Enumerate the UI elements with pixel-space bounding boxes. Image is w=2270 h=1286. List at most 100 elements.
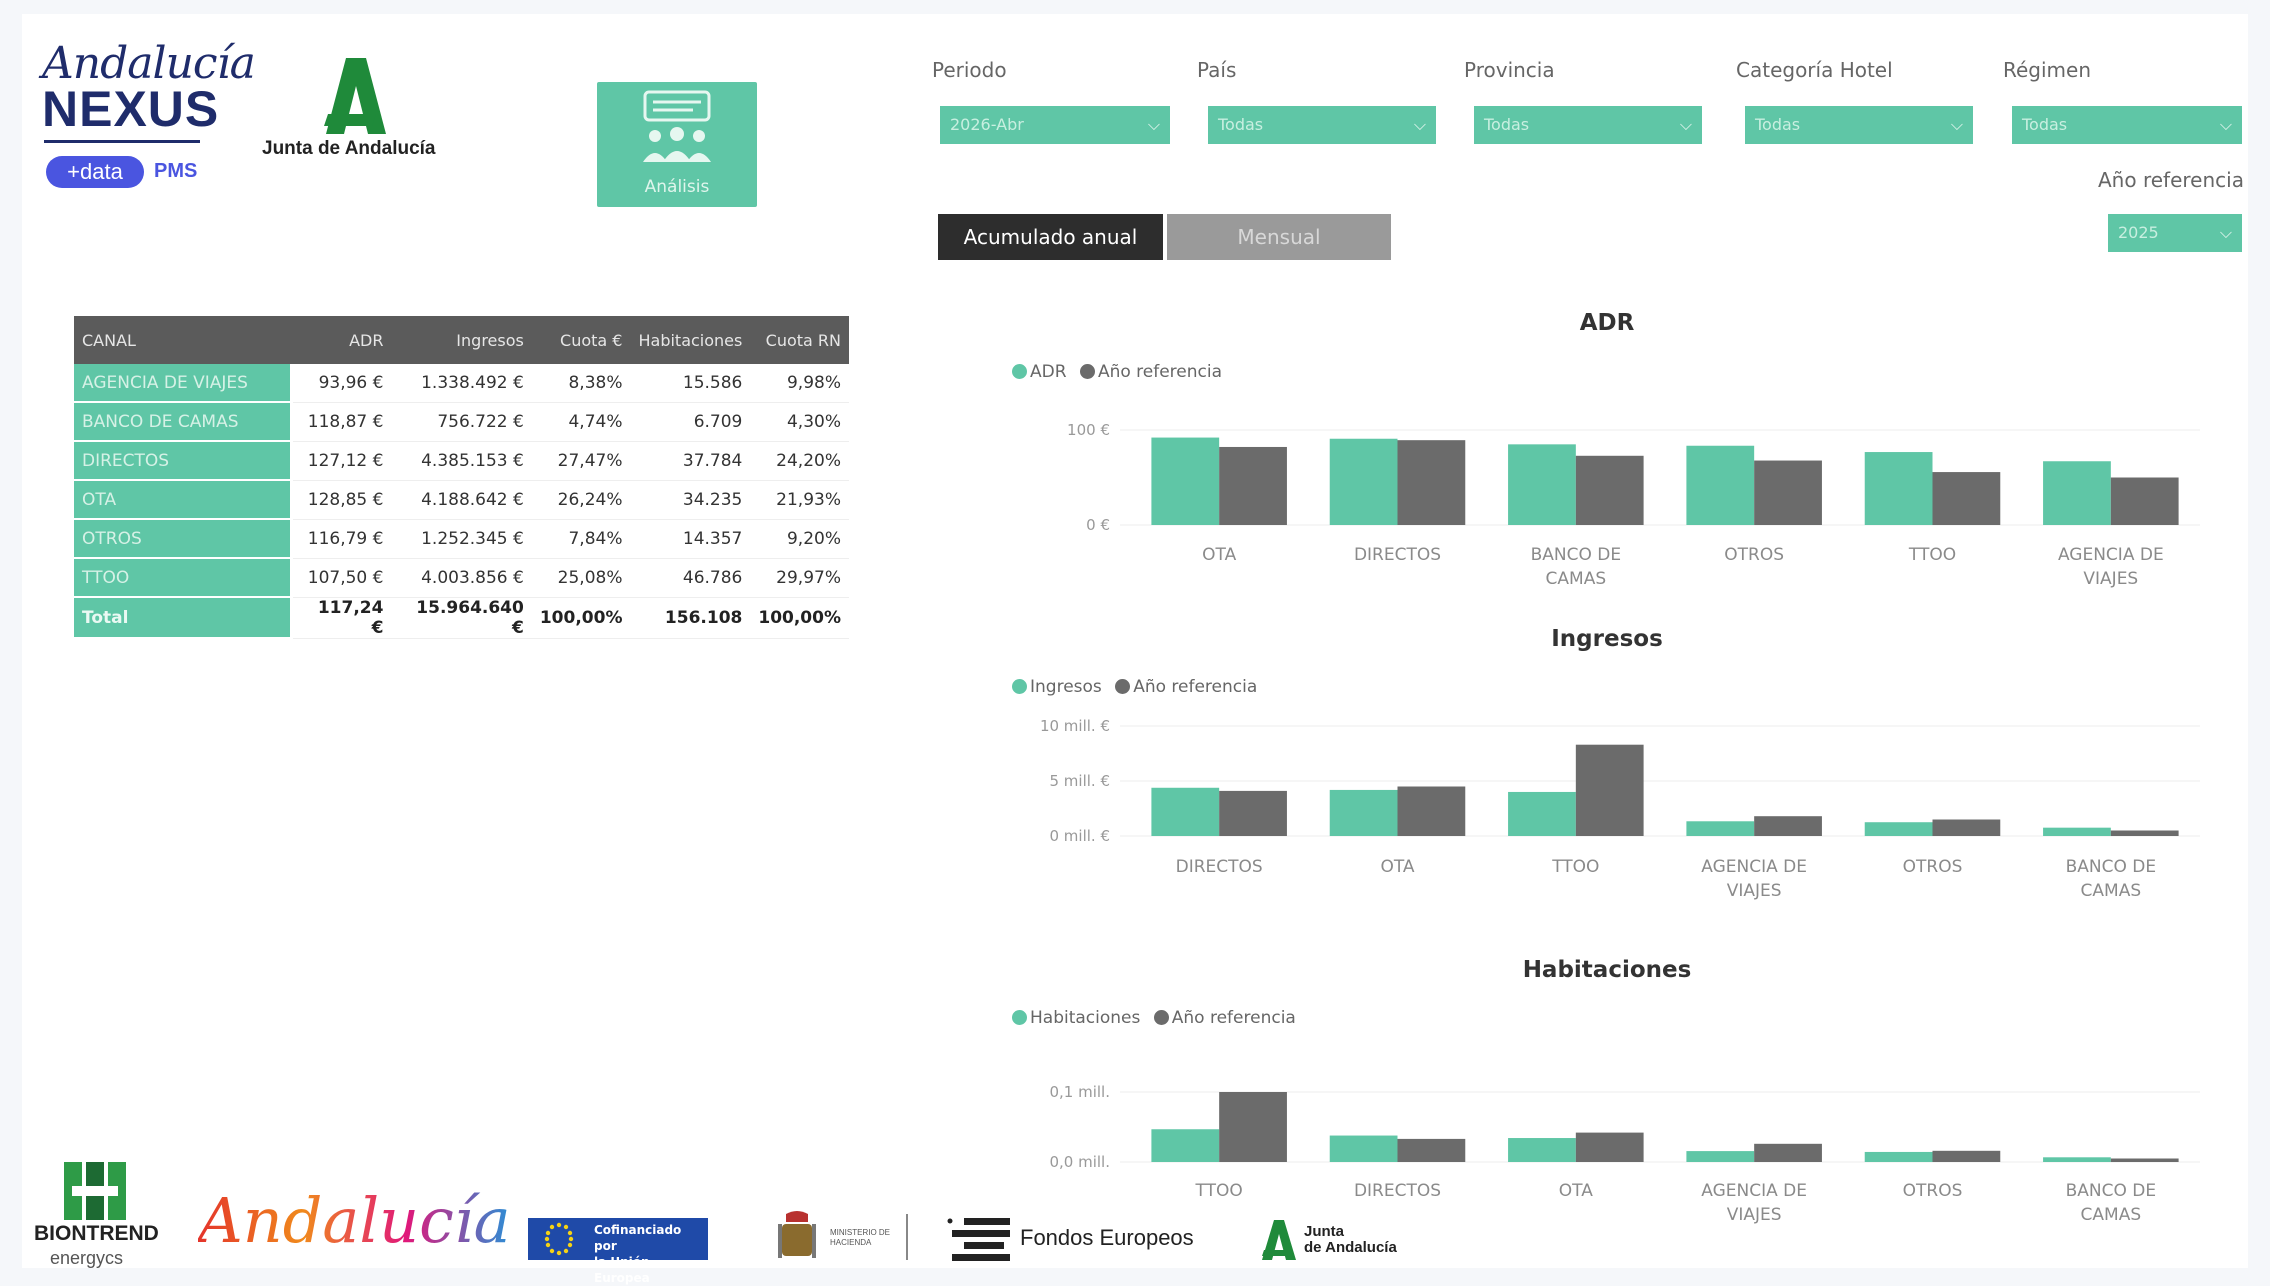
chart-habitaciones: 0,1 mill. 0,0 mill. TTOO DIRECTOS OTA AGENCIA… — [1049, 1083, 2200, 1225]
table-row[interactable]: OTROS 116,79 € 1.252.345 € 7,84% 14.357 … — [74, 519, 849, 559]
canal-cell[interactable]: TTOO — [74, 558, 293, 598]
x-category-label: DIRECTOS — [1354, 1181, 1441, 1201]
bar-ano-referencia-ota — [1575, 1132, 1644, 1162]
chart-adr-legend: ADR Año referencia — [1012, 362, 1222, 382]
total-cuota-rn-cell: 100,00% — [750, 597, 849, 639]
x-category-label: CAMAS — [1546, 569, 1607, 589]
col-adr-header[interactable]: ADR — [291, 316, 392, 364]
bar-adr-otros — [1686, 445, 1755, 525]
x-category-label: OTA — [1380, 857, 1414, 877]
table-row[interactable]: DIRECTOS 127,12 € 4.385.153 € 27,47% 37.… — [74, 441, 849, 481]
x-category-label: OTA — [1202, 545, 1236, 565]
filter-pais-dropdown[interactable]: Todas ⌵ — [1208, 106, 1436, 144]
x-category-label: TTOO — [1551, 857, 1599, 877]
filter-regimen-dropdown[interactable]: Todas ⌵ — [2012, 106, 2242, 144]
filter-periodo-dropdown[interactable]: 2026-Abr ⌵ — [940, 106, 1170, 144]
data-pill: +data — [46, 156, 144, 188]
legend-series-2: Año referencia — [1097, 362, 1223, 382]
eu-flag-icon — [528, 1218, 590, 1260]
bar-habitaciones-otros — [1864, 1151, 1933, 1162]
legend-dot-accent — [1012, 679, 1027, 694]
bar-ingresos-banco-de-camas — [2043, 827, 2111, 836]
canal-cell[interactable]: OTA — [74, 480, 293, 520]
eu-text-line-1: Cofinanciado por — [594, 1223, 682, 1253]
legend-series-2: Año referencia — [1171, 1008, 1296, 1028]
col-cuota-eur-header[interactable]: Cuota € — [531, 316, 631, 364]
cuota-eur-cell: 7,84% — [531, 519, 631, 559]
table-row[interactable]: TTOO 107,50 € 4.003.856 € 25,08% 46.786 … — [74, 558, 849, 598]
total-label-cell: Total — [74, 597, 293, 639]
bar-ano-referencia-agencia-de-viajes — [1754, 816, 1822, 836]
biontrend-name: BIONTREND — [34, 1222, 159, 1245]
x-category-label: VIAJES — [1727, 1205, 1782, 1225]
bar-ano-referencia-otros — [1754, 460, 1822, 525]
chart-habitaciones-title: Habitaciones — [1522, 957, 1692, 983]
bar-ano-referencia-directos — [1397, 440, 1466, 525]
chevron-down-icon: ⌵ — [2219, 223, 2232, 242]
bar-ano-referencia-agencia-de-viajes — [1754, 1143, 1822, 1162]
canal-cell[interactable]: OTROS — [74, 519, 293, 559]
chart-habitaciones-legend: Habitaciones Año referencia — [1012, 1008, 1296, 1028]
bar-ano-referencia-banco-de-camas — [2110, 830, 2179, 836]
bar-ano-referencia-agencia-de-viajes — [2110, 477, 2179, 525]
analisis-button-label: Análisis — [644, 177, 710, 197]
chart-adr-title: ADR — [1579, 310, 1635, 336]
ingresos-cell: 1.252.345 € — [391, 519, 532, 559]
bar-ano-referencia-ota — [1219, 446, 1287, 525]
y-tick-label: 10 mill. € — [1040, 717, 1110, 735]
x-category-label: CAMAS — [2081, 1205, 2142, 1225]
x-category-label: AGENCIA DE — [1701, 1181, 1807, 1201]
total-ingresos-cell: 15.964.640 € — [391, 597, 532, 639]
filter-periodo-value: 2026-Abr — [950, 115, 1024, 134]
ministerio-hacienda-text: MINISTERIO DE HACIENDA — [830, 1228, 891, 1247]
footer-divider — [906, 1214, 908, 1260]
adr-cell: 116,79 € — [291, 519, 392, 559]
col-habitaciones-header[interactable]: Habitaciones — [630, 316, 751, 364]
habitaciones-cell: 37.784 — [630, 441, 751, 481]
canal-cell[interactable]: DIRECTOS — [74, 441, 293, 481]
y-tick-label: 5 mill. € — [1049, 772, 1110, 790]
cuota-rn-cell: 21,93% — [750, 480, 849, 520]
habitaciones-cell: 14.357 — [630, 519, 751, 559]
filter-categoria-dropdown[interactable]: Todas ⌵ — [1745, 106, 1973, 144]
chart-ingresos: 10 mill. € 5 mill. € 0 mill. € DIRECTOS OTA T… — [1040, 717, 2200, 901]
cuota-eur-cell: 25,08% — [531, 558, 631, 598]
mensual-toggle[interactable]: Mensual — [1167, 214, 1391, 260]
table-row[interactable]: OTA 128,85 € 4.188.642 € 26,24% 34.235 2… — [74, 480, 849, 520]
adr-cell: 127,12 € — [291, 441, 392, 481]
y-tick-label: 100 € — [1067, 421, 1110, 439]
cuota-eur-cell: 8,38% — [531, 364, 631, 403]
biontrend-logo-icon — [62, 1160, 130, 1222]
filter-categoria-value: Todas — [1755, 115, 1801, 134]
bar-ano-referencia-otros — [1932, 1150, 2001, 1162]
bar-ano-referencia-directos — [1219, 790, 1287, 836]
col-ingresos-header[interactable]: Ingresos — [391, 316, 532, 364]
total-adr-cell: 117,24 € — [291, 597, 392, 639]
adr-cell: 93,96 € — [291, 364, 392, 403]
adr-cell: 118,87 € — [291, 402, 392, 442]
adr-cell: 107,50 € — [291, 558, 392, 598]
canal-cell[interactable]: AGENCIA DE VIAJES — [74, 364, 293, 403]
acumulado-anual-toggle[interactable]: Acumulado anual — [938, 214, 1163, 260]
analisis-button[interactable]: Análisis — [597, 82, 757, 207]
col-canal-header[interactable]: CANAL — [74, 316, 292, 364]
table-row[interactable]: BANCO DE CAMAS 118,87 € 756.722 € 4,74% … — [74, 402, 849, 442]
bar-adr-ota — [1151, 437, 1220, 525]
cuota-rn-cell: 9,20% — [750, 519, 849, 559]
y-tick-label: 0,0 mill. — [1049, 1153, 1110, 1171]
bar-habitaciones-agencia-de-viajes — [1686, 1151, 1755, 1162]
chevron-down-icon: ⌵ — [1679, 115, 1692, 134]
col-cuota-rn-header[interactable]: Cuota RN — [750, 316, 849, 364]
adr-cell: 128,85 € — [291, 480, 392, 520]
ref-year-dropdown[interactable]: 2025 ⌵ — [2108, 214, 2242, 252]
bar-ano-referencia-banco-de-camas — [2110, 1158, 2179, 1162]
x-category-label: TTOO — [1908, 545, 1956, 565]
cuota-eur-cell: 26,24% — [531, 480, 631, 520]
bar-ingresos-directos — [1151, 787, 1220, 836]
x-category-label: AGENCIA DE — [2058, 545, 2164, 565]
bar-adr-agencia-de-viajes — [2043, 461, 2111, 525]
table-row[interactable]: AGENCIA DE VIAJES 93,96 € 1.338.492 € 8,… — [74, 364, 849, 403]
canal-cell[interactable]: BANCO DE CAMAS — [74, 402, 293, 442]
x-category-label: BANCO DE — [2066, 1181, 2157, 1201]
filter-provincia-dropdown[interactable]: Todas ⌵ — [1474, 106, 1702, 144]
